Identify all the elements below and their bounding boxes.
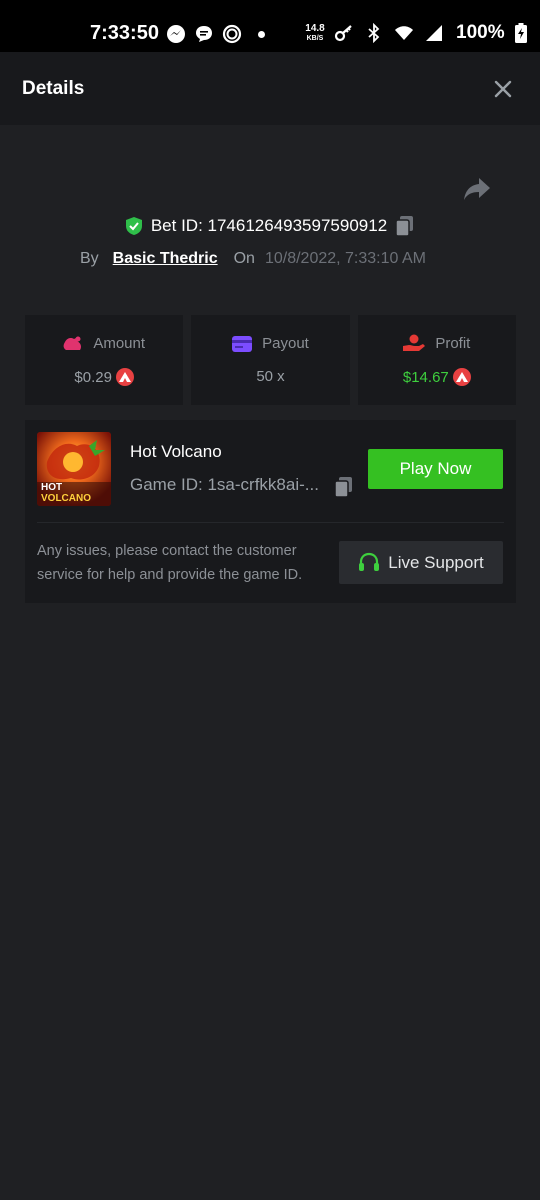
key-icon	[334, 25, 352, 42]
support-help-text: Any issues, please contact the customer …	[37, 543, 303, 583]
svg-text:HOT: HOT	[41, 482, 62, 493]
stat-label-profit: Profit	[435, 334, 471, 352]
bet-id-text: Bet ID: 1746126493597590912	[150, 216, 388, 235]
game-name: Hot Volcano	[130, 442, 222, 461]
notification-icons	[166, 24, 265, 44]
stat-label-payout: Payout	[262, 335, 309, 352]
stat-value-amount: $0.29	[74, 368, 112, 386]
stat-payout: Payout 50 x	[191, 315, 350, 405]
wifi-icon	[395, 26, 413, 40]
avax-coin-icon	[115, 368, 134, 386]
chat-bubble-icon	[196, 26, 212, 42]
bet-date: 10/8/2022, 7:33:10 AM	[264, 250, 426, 267]
stat-amount: Amount $0.29	[25, 315, 184, 405]
messenger-icon	[167, 25, 185, 43]
by-label: By	[80, 250, 99, 267]
bet-stats: Amount $0.29 Payout 50 x Profit $14.67	[25, 315, 516, 405]
circle-app-icon	[222, 24, 242, 44]
svg-text:VOLCANO: VOLCANO	[41, 493, 91, 504]
live-support-button[interactable]: Live Support	[339, 541, 503, 584]
status-bar: 7:33:50 14.8 KB/S 100%	[0, 0, 540, 52]
bet-author-row: By Basic Thedric On 10/8/2022, 7:33:10 A…	[80, 248, 426, 270]
game-card: HOT VOLCANO Hot Volcano Game ID: 1sa-crf…	[25, 420, 516, 603]
system-icons: 100%	[334, 22, 527, 44]
on-label: On	[233, 250, 255, 267]
close-icon[interactable]	[492, 78, 514, 100]
verified-shield-icon	[125, 217, 142, 235]
details-header: Details	[0, 52, 540, 125]
avax-coin-icon	[452, 368, 471, 386]
network-speed: 14.8 KB/S	[305, 23, 325, 43]
battery-charging-icon	[514, 23, 527, 43]
bluetooth-icon	[368, 23, 380, 43]
play-now-button[interactable]: Play Now	[368, 449, 503, 489]
card-divider	[37, 522, 504, 523]
signal-icon	[426, 25, 442, 41]
status-time: 7:33:50	[90, 22, 159, 44]
stat-value-profit: $14.67	[402, 368, 449, 386]
money-bag-icon	[63, 336, 82, 350]
stat-label-amount: Amount	[93, 334, 146, 352]
battery-percent: 100%	[456, 22, 505, 43]
page-title: Details	[22, 78, 85, 99]
copy-game-id-icon[interactable]	[334, 476, 354, 498]
stat-profit: Profit $14.67	[357, 315, 516, 405]
headset-icon	[359, 552, 380, 571]
card-icon	[232, 335, 253, 352]
game-thumbnail[interactable]: HOT VOLCANO	[37, 432, 111, 506]
more-notifications-dot-icon	[258, 30, 265, 38]
copy-bet-id-icon[interactable]	[395, 215, 415, 237]
bet-user-link[interactable]: Basic Thedric	[113, 250, 218, 268]
live-support-label: Live Support	[388, 552, 484, 572]
bet-id-row: Bet ID: 1746126493597590912	[0, 213, 540, 239]
profit-hand-icon	[403, 334, 426, 351]
share-icon[interactable]	[462, 175, 492, 203]
stat-value-payout: 50 x	[256, 368, 285, 385]
game-id-text: Game ID: 1sa-crfkk8ai-...	[130, 475, 319, 494]
